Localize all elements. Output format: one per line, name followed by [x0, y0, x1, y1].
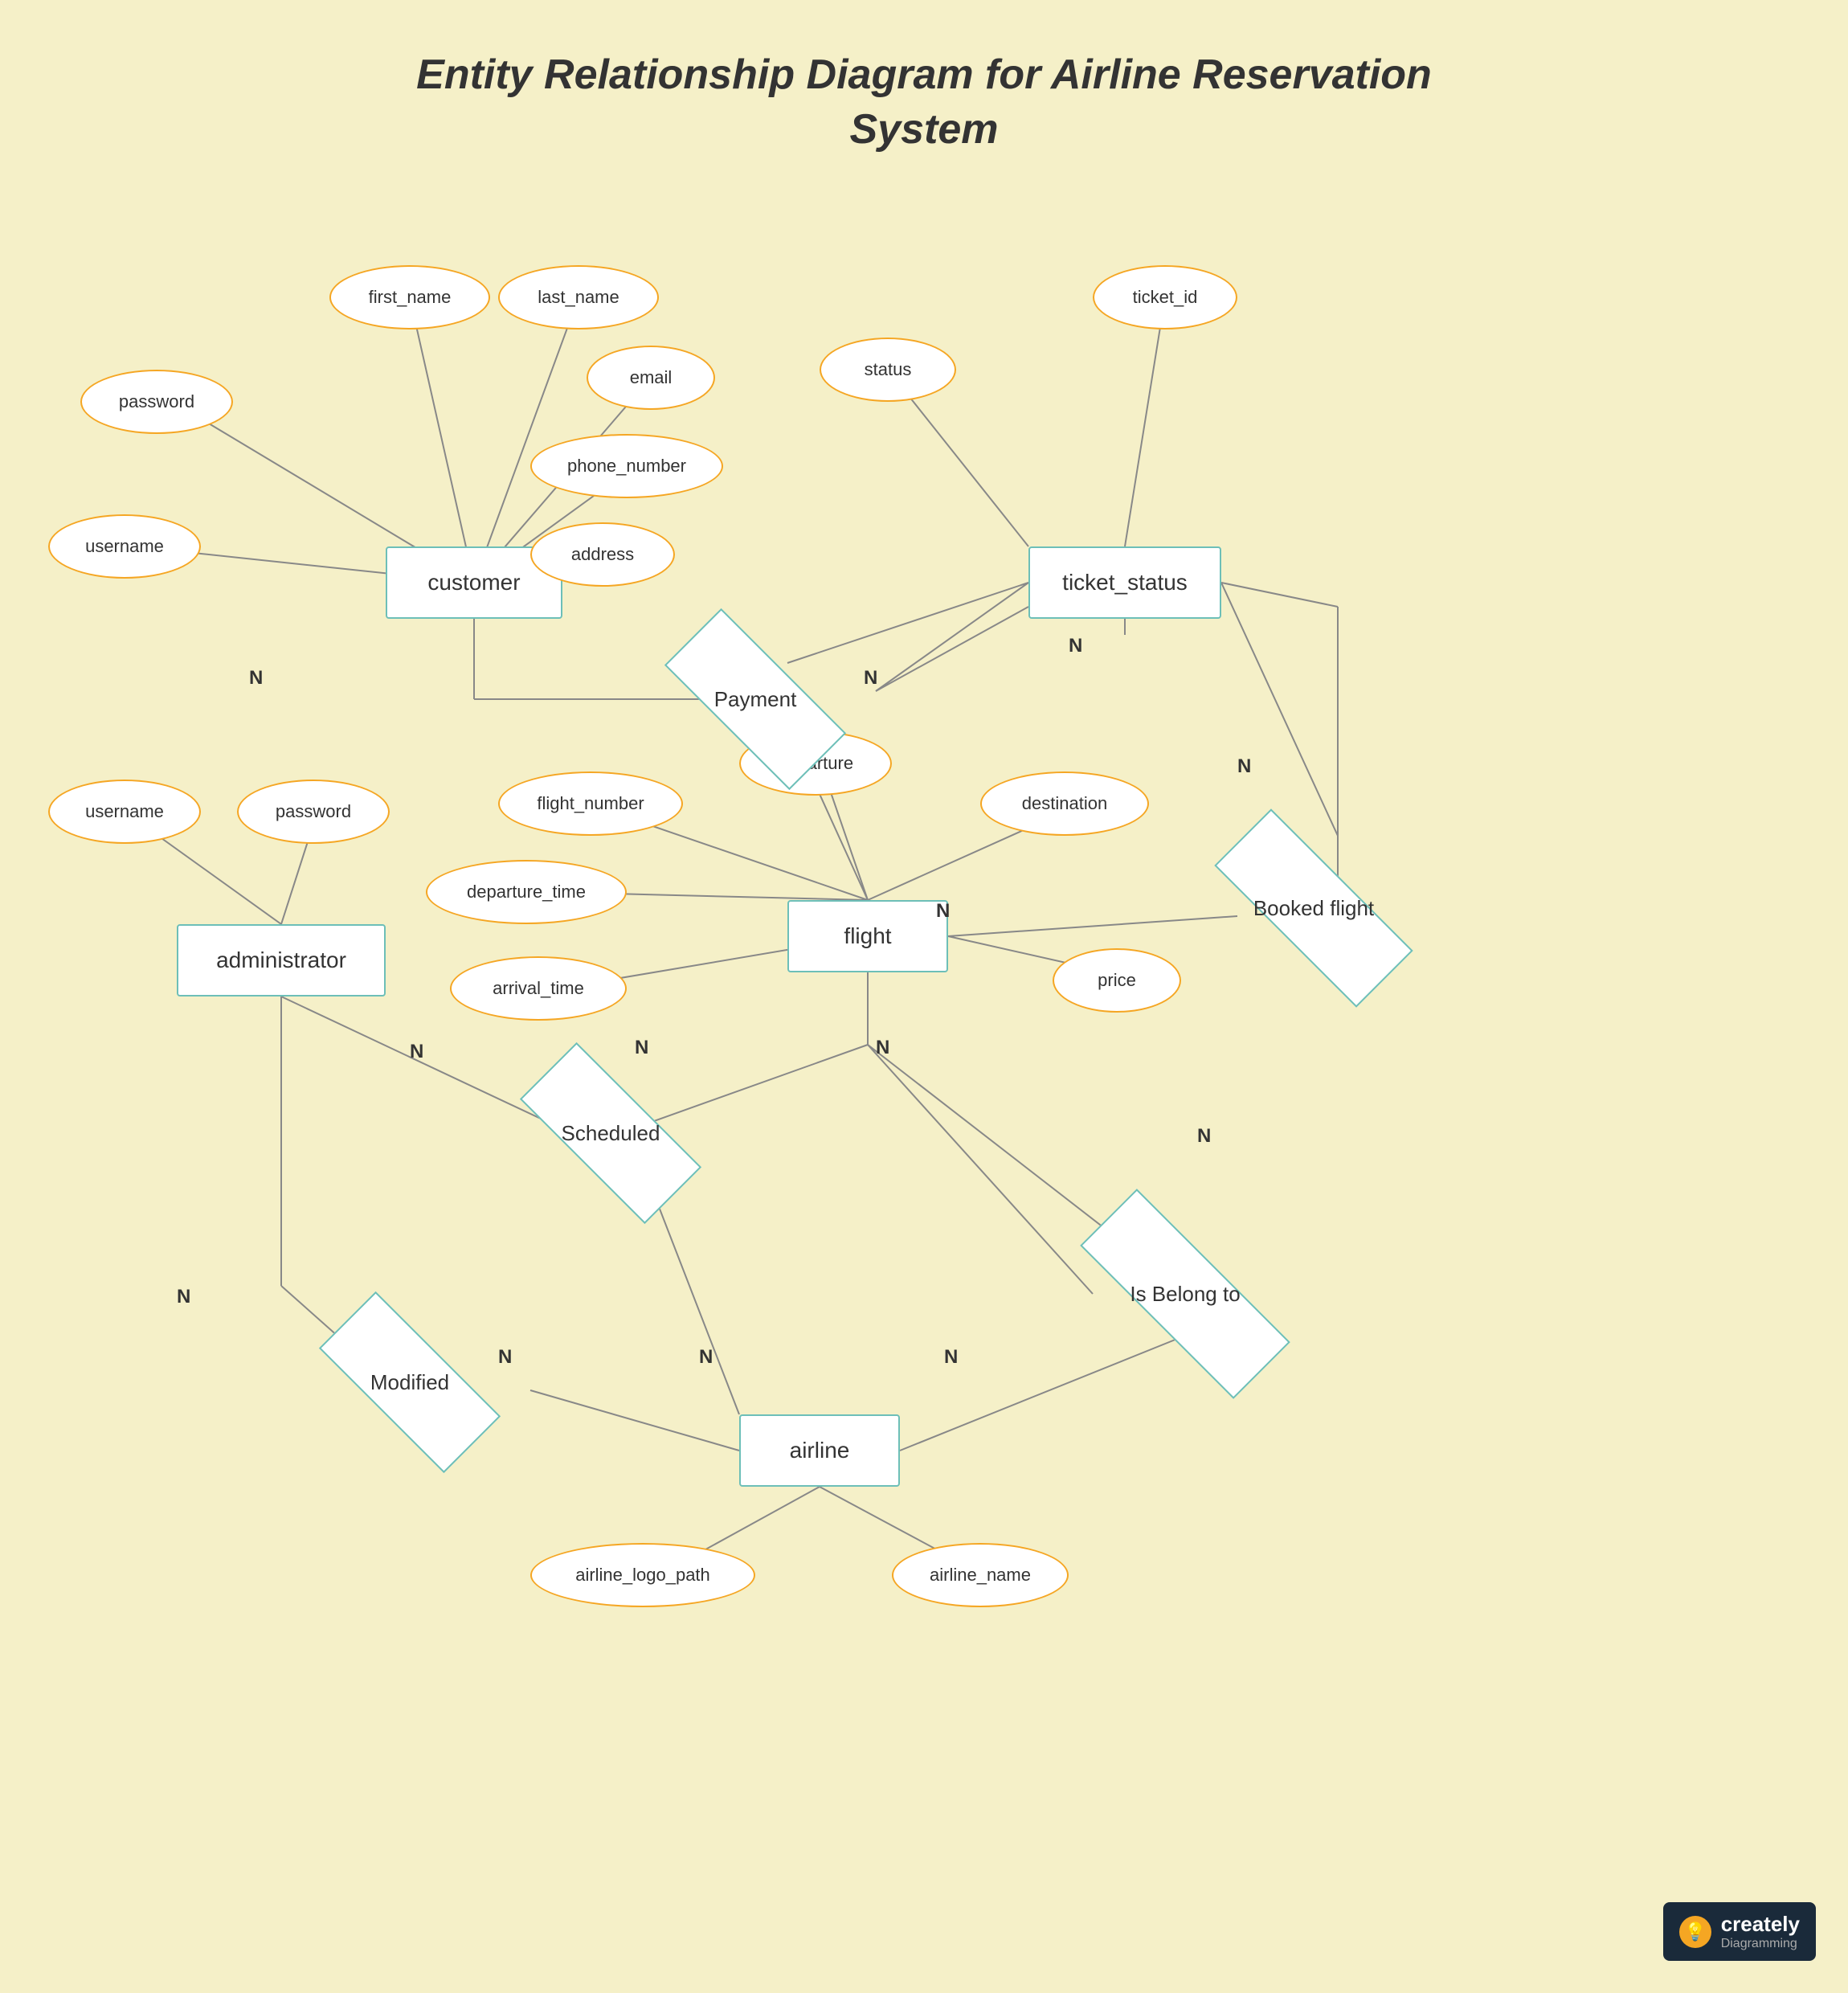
rel-scheduled: Scheduled — [522, 1093, 699, 1173]
attr-arrival-time: arrival_time — [450, 956, 627, 1021]
card-8: N — [410, 1041, 423, 1063]
attr-password-customer: password — [80, 370, 233, 434]
card-1: N — [249, 667, 263, 690]
card-10: N — [498, 1346, 512, 1369]
attr-flight-number: flight_number — [498, 771, 683, 836]
attr-last-name: last_name — [498, 265, 659, 329]
diagram-area: customer ticket_status flight administra… — [0, 161, 1848, 1993]
card-11: N — [699, 1346, 713, 1369]
entity-administrator: administrator — [177, 924, 386, 996]
attr-departure-time: departure_time — [426, 860, 627, 924]
card-6: N — [876, 1037, 889, 1059]
attr-price: price — [1053, 948, 1181, 1013]
attr-destination: destination — [980, 771, 1149, 836]
page-title: Entity Relationship Diagram for Airline … — [0, 0, 1848, 181]
attr-address: address — [530, 522, 675, 587]
attr-email: email — [587, 346, 715, 410]
brand-logo: 💡 creately Diagramming — [1663, 1902, 1816, 1961]
entity-flight: flight — [787, 900, 948, 972]
card-3: N — [1069, 635, 1082, 657]
rel-modified: Modified — [321, 1342, 498, 1422]
card-4: N — [1237, 755, 1251, 778]
rel-payment: Payment — [667, 659, 844, 739]
attr-ticket-id: ticket_id — [1093, 265, 1237, 329]
card-2: N — [864, 667, 877, 690]
connection-lines — [0, 161, 1848, 1993]
card-12: N — [944, 1346, 958, 1369]
card-13: N — [1197, 1125, 1211, 1148]
entity-airline: airline — [739, 1414, 900, 1487]
attr-phone-number: phone_number — [530, 434, 723, 498]
logo-icon: 💡 — [1679, 1916, 1711, 1948]
card-7: N — [635, 1037, 648, 1059]
attr-first-name: first_name — [329, 265, 490, 329]
card-9: N — [177, 1286, 190, 1308]
entity-ticket-status: ticket_status — [1028, 546, 1221, 619]
attr-airline-name: airline_name — [892, 1543, 1069, 1607]
attr-username-admin: username — [48, 780, 201, 844]
attr-airline-logo-path: airline_logo_path — [530, 1543, 755, 1607]
card-5: N — [936, 900, 950, 923]
rel-booked-flight: Booked flight — [1213, 868, 1414, 948]
attr-status: status — [820, 338, 956, 402]
attr-password-admin: password — [237, 780, 390, 844]
attr-username-customer: username — [48, 514, 201, 579]
rel-is-belong-to: Is Belong to — [1077, 1254, 1294, 1334]
logo-text-container: creately Diagramming — [1721, 1912, 1800, 1951]
